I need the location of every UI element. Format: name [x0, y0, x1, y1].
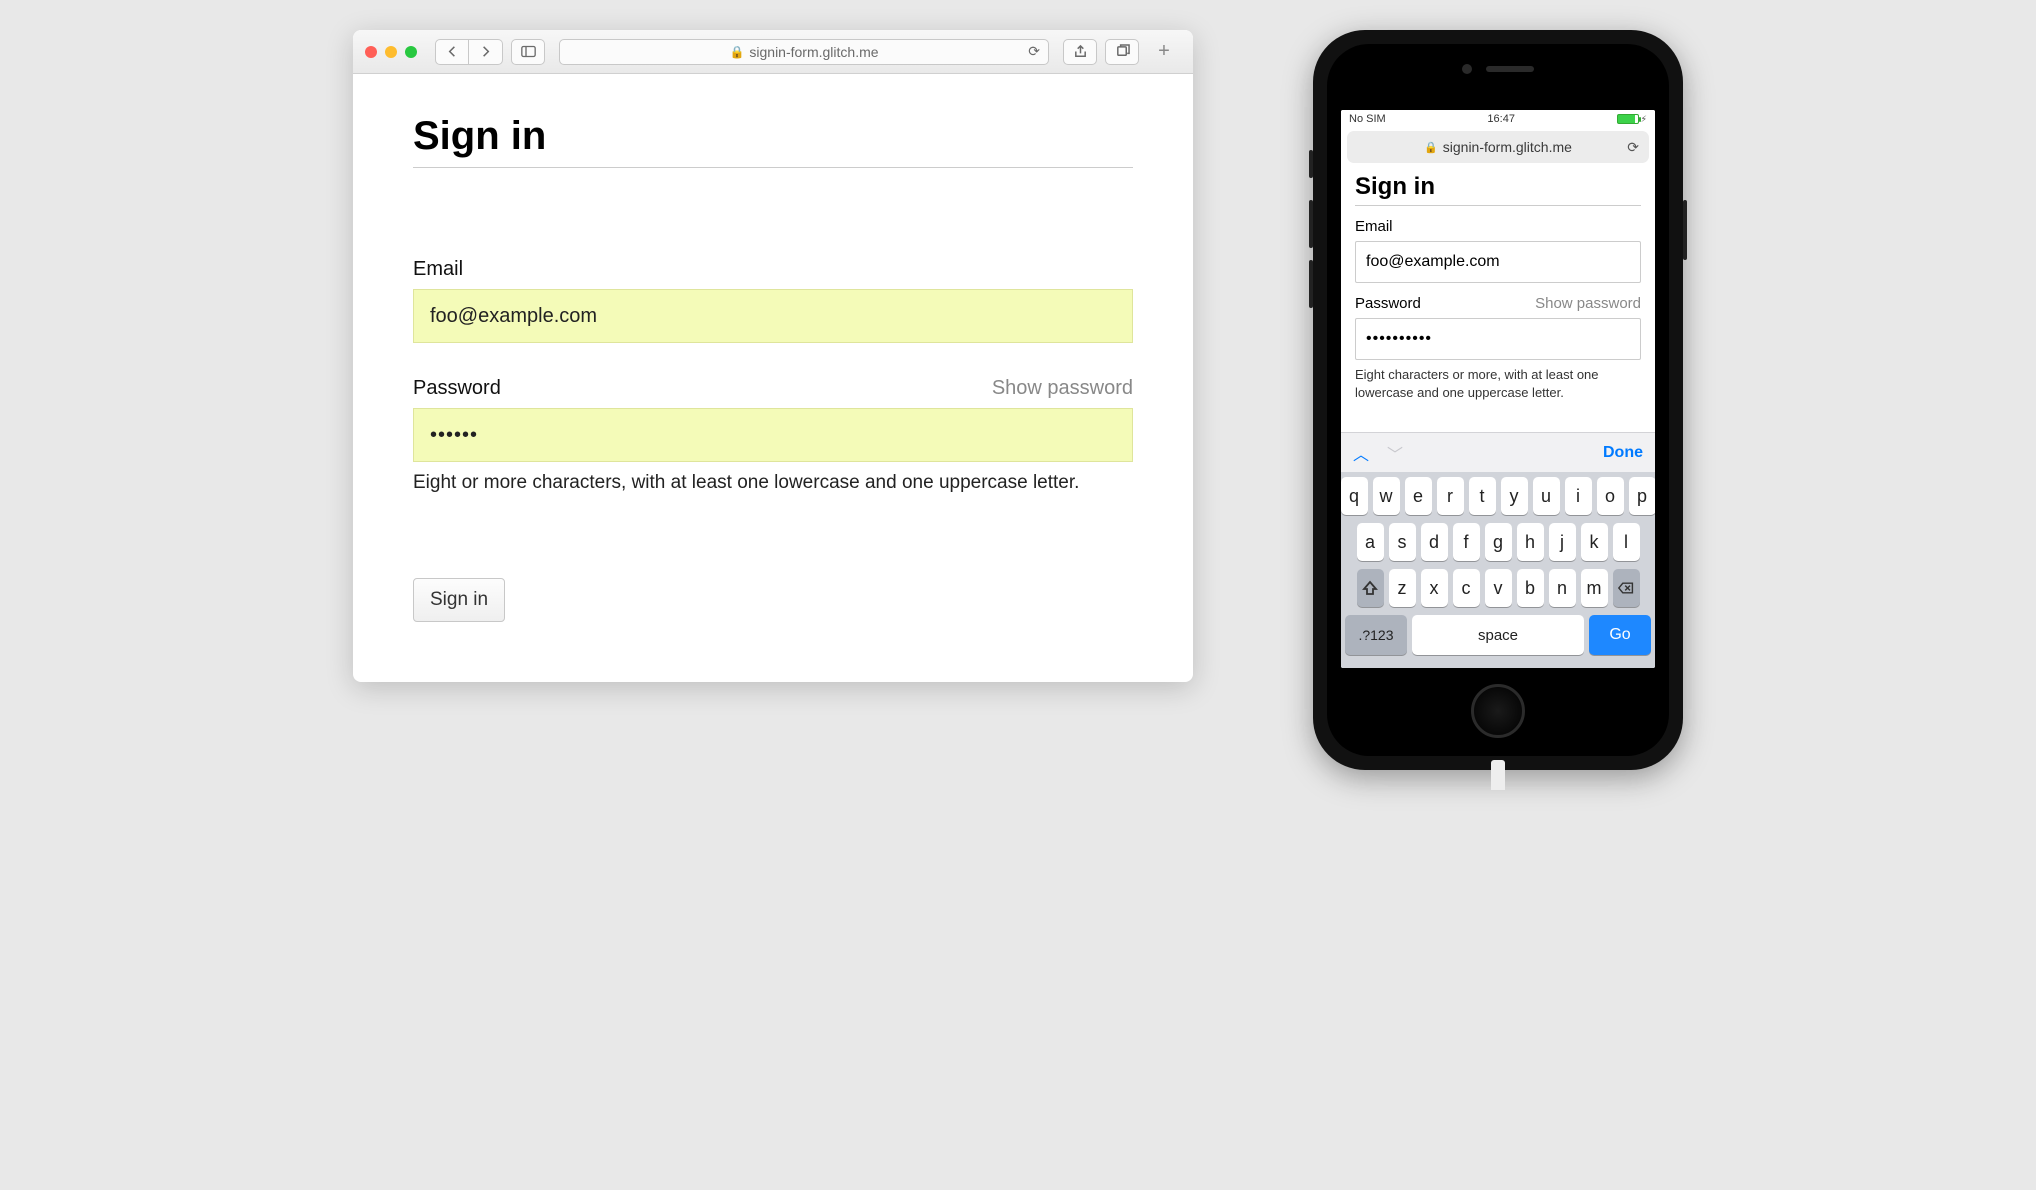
keyboard-row-4: .?123 space Go	[1345, 615, 1651, 655]
key-d[interactable]: d	[1421, 523, 1448, 561]
email-input[interactable]	[1355, 241, 1641, 283]
speaker-area	[1462, 64, 1534, 74]
page-content: Sign in Email Password Show password Eig…	[353, 74, 1193, 682]
key-b[interactable]: b	[1517, 569, 1544, 607]
key-q[interactable]: q	[1341, 477, 1368, 515]
reload-icon[interactable]: ⟳	[1028, 43, 1040, 60]
earpiece-speaker	[1486, 66, 1534, 72]
mute-switch	[1309, 150, 1313, 178]
key-h[interactable]: h	[1517, 523, 1544, 561]
new-tab-button[interactable]: +	[1147, 39, 1181, 65]
shift-key[interactable]	[1357, 569, 1384, 607]
sidebar-toggle-button[interactable]	[511, 39, 545, 65]
key-c[interactable]: c	[1453, 569, 1480, 607]
keyboard-row-1: qwertyuiop	[1345, 477, 1651, 515]
password-label: Password	[413, 377, 501, 400]
power-button	[1683, 200, 1687, 260]
safari-window: 🔒 signin-form.glitch.me ⟳ + Sign in Emai…	[353, 30, 1193, 682]
key-y[interactable]: y	[1501, 477, 1528, 515]
key-n[interactable]: n	[1549, 569, 1576, 607]
volume-up-button	[1309, 200, 1313, 248]
key-s[interactable]: s	[1389, 523, 1416, 561]
key-v[interactable]: v	[1485, 569, 1512, 607]
keyboard-accessory-bar: ︿ ﹀ Done	[1341, 432, 1655, 472]
key-f[interactable]: f	[1453, 523, 1480, 561]
charging-icon: ⚡︎	[1641, 114, 1647, 125]
volume-down-button	[1309, 260, 1313, 308]
keyboard-row-2: asdfghjkl	[1345, 523, 1651, 561]
back-button[interactable]	[435, 39, 469, 65]
url-host: signin-form.glitch.me	[1443, 139, 1572, 155]
password-hint: Eight or more characters, with at least …	[413, 472, 1133, 494]
forward-button[interactable]	[469, 39, 503, 65]
key-m[interactable]: m	[1581, 569, 1608, 607]
keyboard-row-3: zxcvbnm	[1345, 569, 1651, 607]
page-title: Sign in	[413, 114, 1133, 168]
key-o[interactable]: o	[1597, 477, 1624, 515]
status-time: 16:47	[1487, 113, 1515, 125]
address-bar[interactable]: 🔒 signin-form.glitch.me ⟳	[559, 39, 1049, 65]
front-camera	[1462, 64, 1472, 74]
ios-address-bar[interactable]: 🔒 signin-form.glitch.me ⟳	[1347, 131, 1649, 163]
key-r[interactable]: r	[1437, 477, 1464, 515]
key-k[interactable]: k	[1581, 523, 1608, 561]
password-input[interactable]	[413, 408, 1133, 462]
password-field-group: Password Show password Eight or more cha…	[413, 377, 1133, 494]
space-key[interactable]: space	[1412, 615, 1584, 655]
close-window-button[interactable]	[365, 46, 377, 58]
window-controls	[365, 46, 417, 58]
email-field-group: Email	[1355, 218, 1641, 283]
backspace-key[interactable]	[1613, 569, 1640, 607]
key-g[interactable]: g	[1485, 523, 1512, 561]
ios-keyboard: qwertyuiop asdfghjkl zxcvbnm .?123 s p a c	[1341, 472, 1655, 668]
key-a[interactable]: a	[1357, 523, 1384, 561]
key-x[interactable]: x	[1421, 569, 1448, 607]
email-input[interactable]	[413, 289, 1133, 343]
iphone-screen: No SIM 16:47 ⚡︎ 🔒 signin-form.glitch.me …	[1341, 110, 1655, 668]
key-p[interactable]: p	[1629, 477, 1656, 515]
next-field-button[interactable]: ﹀	[1387, 441, 1403, 465]
prev-field-button[interactable]: ︿	[1353, 441, 1369, 465]
key-e[interactable]: e	[1405, 477, 1432, 515]
key-z[interactable]: z	[1389, 569, 1416, 607]
key-u[interactable]: u	[1533, 477, 1560, 515]
lightning-cable	[1491, 760, 1505, 790]
reload-icon[interactable]: ⟳	[1627, 139, 1639, 156]
key-w[interactable]: w	[1373, 477, 1400, 515]
key-i[interactable]: i	[1565, 477, 1592, 515]
keyboard-done-button[interactable]: Done	[1603, 444, 1643, 462]
tabs-button[interactable]	[1105, 39, 1139, 65]
key-j[interactable]: j	[1549, 523, 1576, 561]
password-hint: Eight characters or more, with at least …	[1355, 366, 1641, 401]
safari-toolbar: 🔒 signin-form.glitch.me ⟳ +	[353, 30, 1193, 74]
page-title: Sign in	[1355, 173, 1641, 206]
show-password-toggle[interactable]: Show password	[992, 377, 1133, 400]
iphone-device: No SIM 16:47 ⚡︎ 🔒 signin-form.glitch.me …	[1313, 30, 1683, 770]
battery-indicator: ⚡︎	[1617, 114, 1647, 125]
lock-icon: 🔒	[1424, 141, 1438, 154]
lock-icon: 🔒	[729, 45, 744, 59]
maximize-window-button[interactable]	[405, 46, 417, 58]
go-key[interactable]: Go	[1589, 615, 1651, 655]
carrier-label: No SIM	[1349, 113, 1386, 125]
signin-button[interactable]: Sign in	[413, 578, 505, 622]
minimize-window-button[interactable]	[385, 46, 397, 58]
battery-icon	[1617, 114, 1639, 124]
ios-page-content: Sign in Email Password Show password	[1341, 169, 1655, 432]
share-button[interactable]	[1063, 39, 1097, 65]
password-field-group: Password Show password Eight characters …	[1355, 295, 1641, 401]
password-label: Password	[1355, 295, 1421, 312]
email-label: Email	[413, 258, 463, 281]
nav-buttons	[435, 39, 503, 65]
home-button[interactable]	[1471, 684, 1525, 738]
email-field-group: Email	[413, 258, 1133, 343]
key-t[interactable]: t	[1469, 477, 1496, 515]
show-password-toggle[interactable]: Show password	[1535, 295, 1641, 312]
numbers-key[interactable]: .?123	[1345, 615, 1407, 655]
key-l[interactable]: l	[1613, 523, 1640, 561]
password-input[interactable]	[1355, 318, 1641, 360]
url-host: signin-form.glitch.me	[749, 44, 878, 60]
ios-status-bar: No SIM 16:47 ⚡︎	[1341, 110, 1655, 128]
email-label: Email	[1355, 218, 1393, 235]
